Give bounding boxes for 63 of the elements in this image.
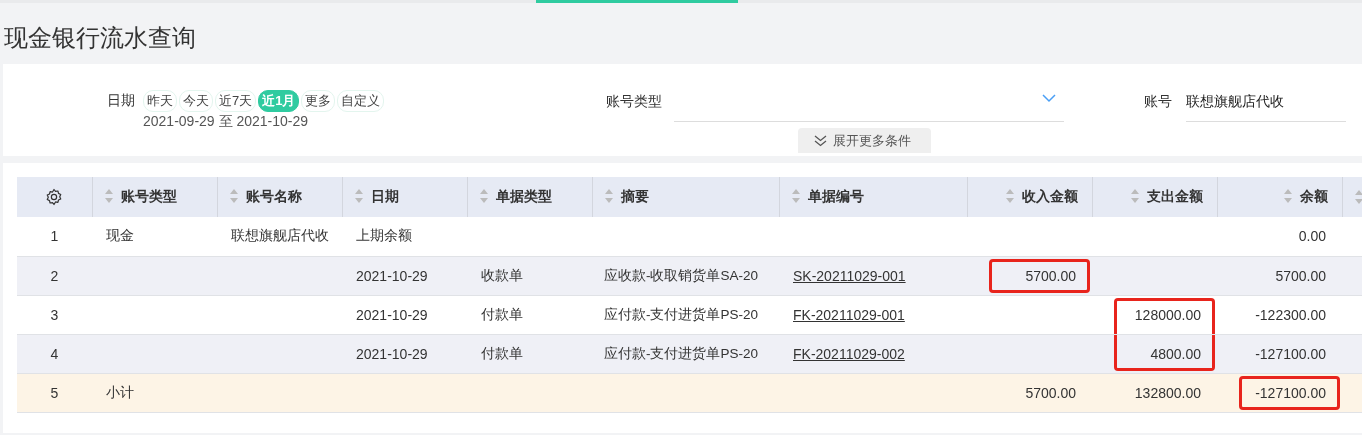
sort-icon[interactable] xyxy=(1005,189,1014,203)
table-cell: 上期余额 xyxy=(342,217,467,256)
date-preset[interactable]: 今天 xyxy=(179,90,213,112)
date-preset[interactable]: 自定义 xyxy=(337,90,385,112)
table-cell: 付款单 xyxy=(467,334,592,373)
column-header[interactable]: 账号名称 xyxy=(217,177,342,217)
table-cell: 应收款-收取销货单SA-20 xyxy=(592,256,779,295)
table-cell: -122300.00 xyxy=(1217,295,1342,334)
column-header[interactable]: 支出金额 xyxy=(1092,177,1217,217)
double-chevron-icon xyxy=(814,134,827,147)
date-range: 2021-09-29 至 2021-10-29 xyxy=(143,112,309,130)
table-cell: 4800.00 xyxy=(1092,334,1217,373)
table-cell: 2021-10-29 xyxy=(342,256,467,295)
table-cell: 收款单 xyxy=(467,256,592,295)
sort-icon[interactable] xyxy=(604,189,613,203)
table-cell: -127100.00 xyxy=(1217,334,1342,373)
table-cell: 5700.00 xyxy=(967,373,1092,412)
account-field[interactable]: 联想旗舰店代收 xyxy=(1186,90,1346,122)
table-cell: 2021-10-29 xyxy=(342,334,467,373)
column-header[interactable]: 收入金额 xyxy=(967,177,1092,217)
column-header[interactable]: 单据编号 xyxy=(779,177,967,217)
settings-icon[interactable] xyxy=(45,188,64,206)
sort-icon[interactable] xyxy=(479,189,488,203)
table-cell: 应付款-支付进货单PS-20 xyxy=(592,295,779,334)
table-cell: 现金 xyxy=(92,217,217,256)
row-number: 5 xyxy=(17,373,92,412)
row-number: 4 xyxy=(17,334,92,373)
sort-icon[interactable] xyxy=(791,189,800,203)
chevron-down-icon xyxy=(1042,94,1056,103)
column-header[interactable]: 余额 xyxy=(1217,177,1342,217)
expand-conditions-button[interactable]: 展开更多条件 xyxy=(798,128,931,153)
row-number: 2 xyxy=(17,256,92,295)
column-header[interactable]: 单据类型 xyxy=(467,177,592,217)
sort-icon[interactable] xyxy=(1283,189,1292,203)
sort-icon[interactable] xyxy=(1130,189,1139,203)
account-label: 账号 xyxy=(1144,92,1172,111)
account-type-label: 账号类型 xyxy=(606,92,662,111)
page-title: 现金银行流水查询 xyxy=(3,23,196,53)
table-cell: 应付款-支付进货单PS-20 xyxy=(592,334,779,373)
sort-icon[interactable] xyxy=(1354,190,1362,204)
table-cell: 132800.00 xyxy=(1092,373,1217,412)
date-preset[interactable]: 更多 xyxy=(301,90,336,112)
row-number: 3 xyxy=(17,295,92,334)
table-cell: 小计 xyxy=(92,373,217,412)
column-header[interactable]: 日期 xyxy=(342,177,467,217)
row-number: 1 xyxy=(17,217,92,256)
column-header[interactable]: 账号类型 xyxy=(92,177,217,217)
table-cell: 联想旗舰店代收 xyxy=(217,217,342,256)
table-cell: 128000.00 xyxy=(1092,295,1217,334)
date-preset[interactable]: 昨天 xyxy=(143,90,177,112)
sort-icon[interactable] xyxy=(104,189,113,203)
sort-icon[interactable] xyxy=(229,189,238,203)
table-cell: 5700.00 xyxy=(1217,256,1342,295)
table-cell: 0.00 xyxy=(1217,217,1342,256)
table-cell: -127100.00 xyxy=(1217,373,1342,412)
date-label: 日期 xyxy=(107,91,135,110)
column-header[interactable]: 摘要 xyxy=(592,177,779,217)
table-cell: 2021-10-29 xyxy=(342,295,467,334)
date-preset[interactable]: 近7天 xyxy=(215,90,257,112)
sort-icon[interactable] xyxy=(354,189,363,203)
table-cell: 付款单 xyxy=(467,295,592,334)
table-cell: 5700.00 xyxy=(967,256,1092,295)
document-link[interactable]: FK-20211029-001 xyxy=(793,306,905,323)
